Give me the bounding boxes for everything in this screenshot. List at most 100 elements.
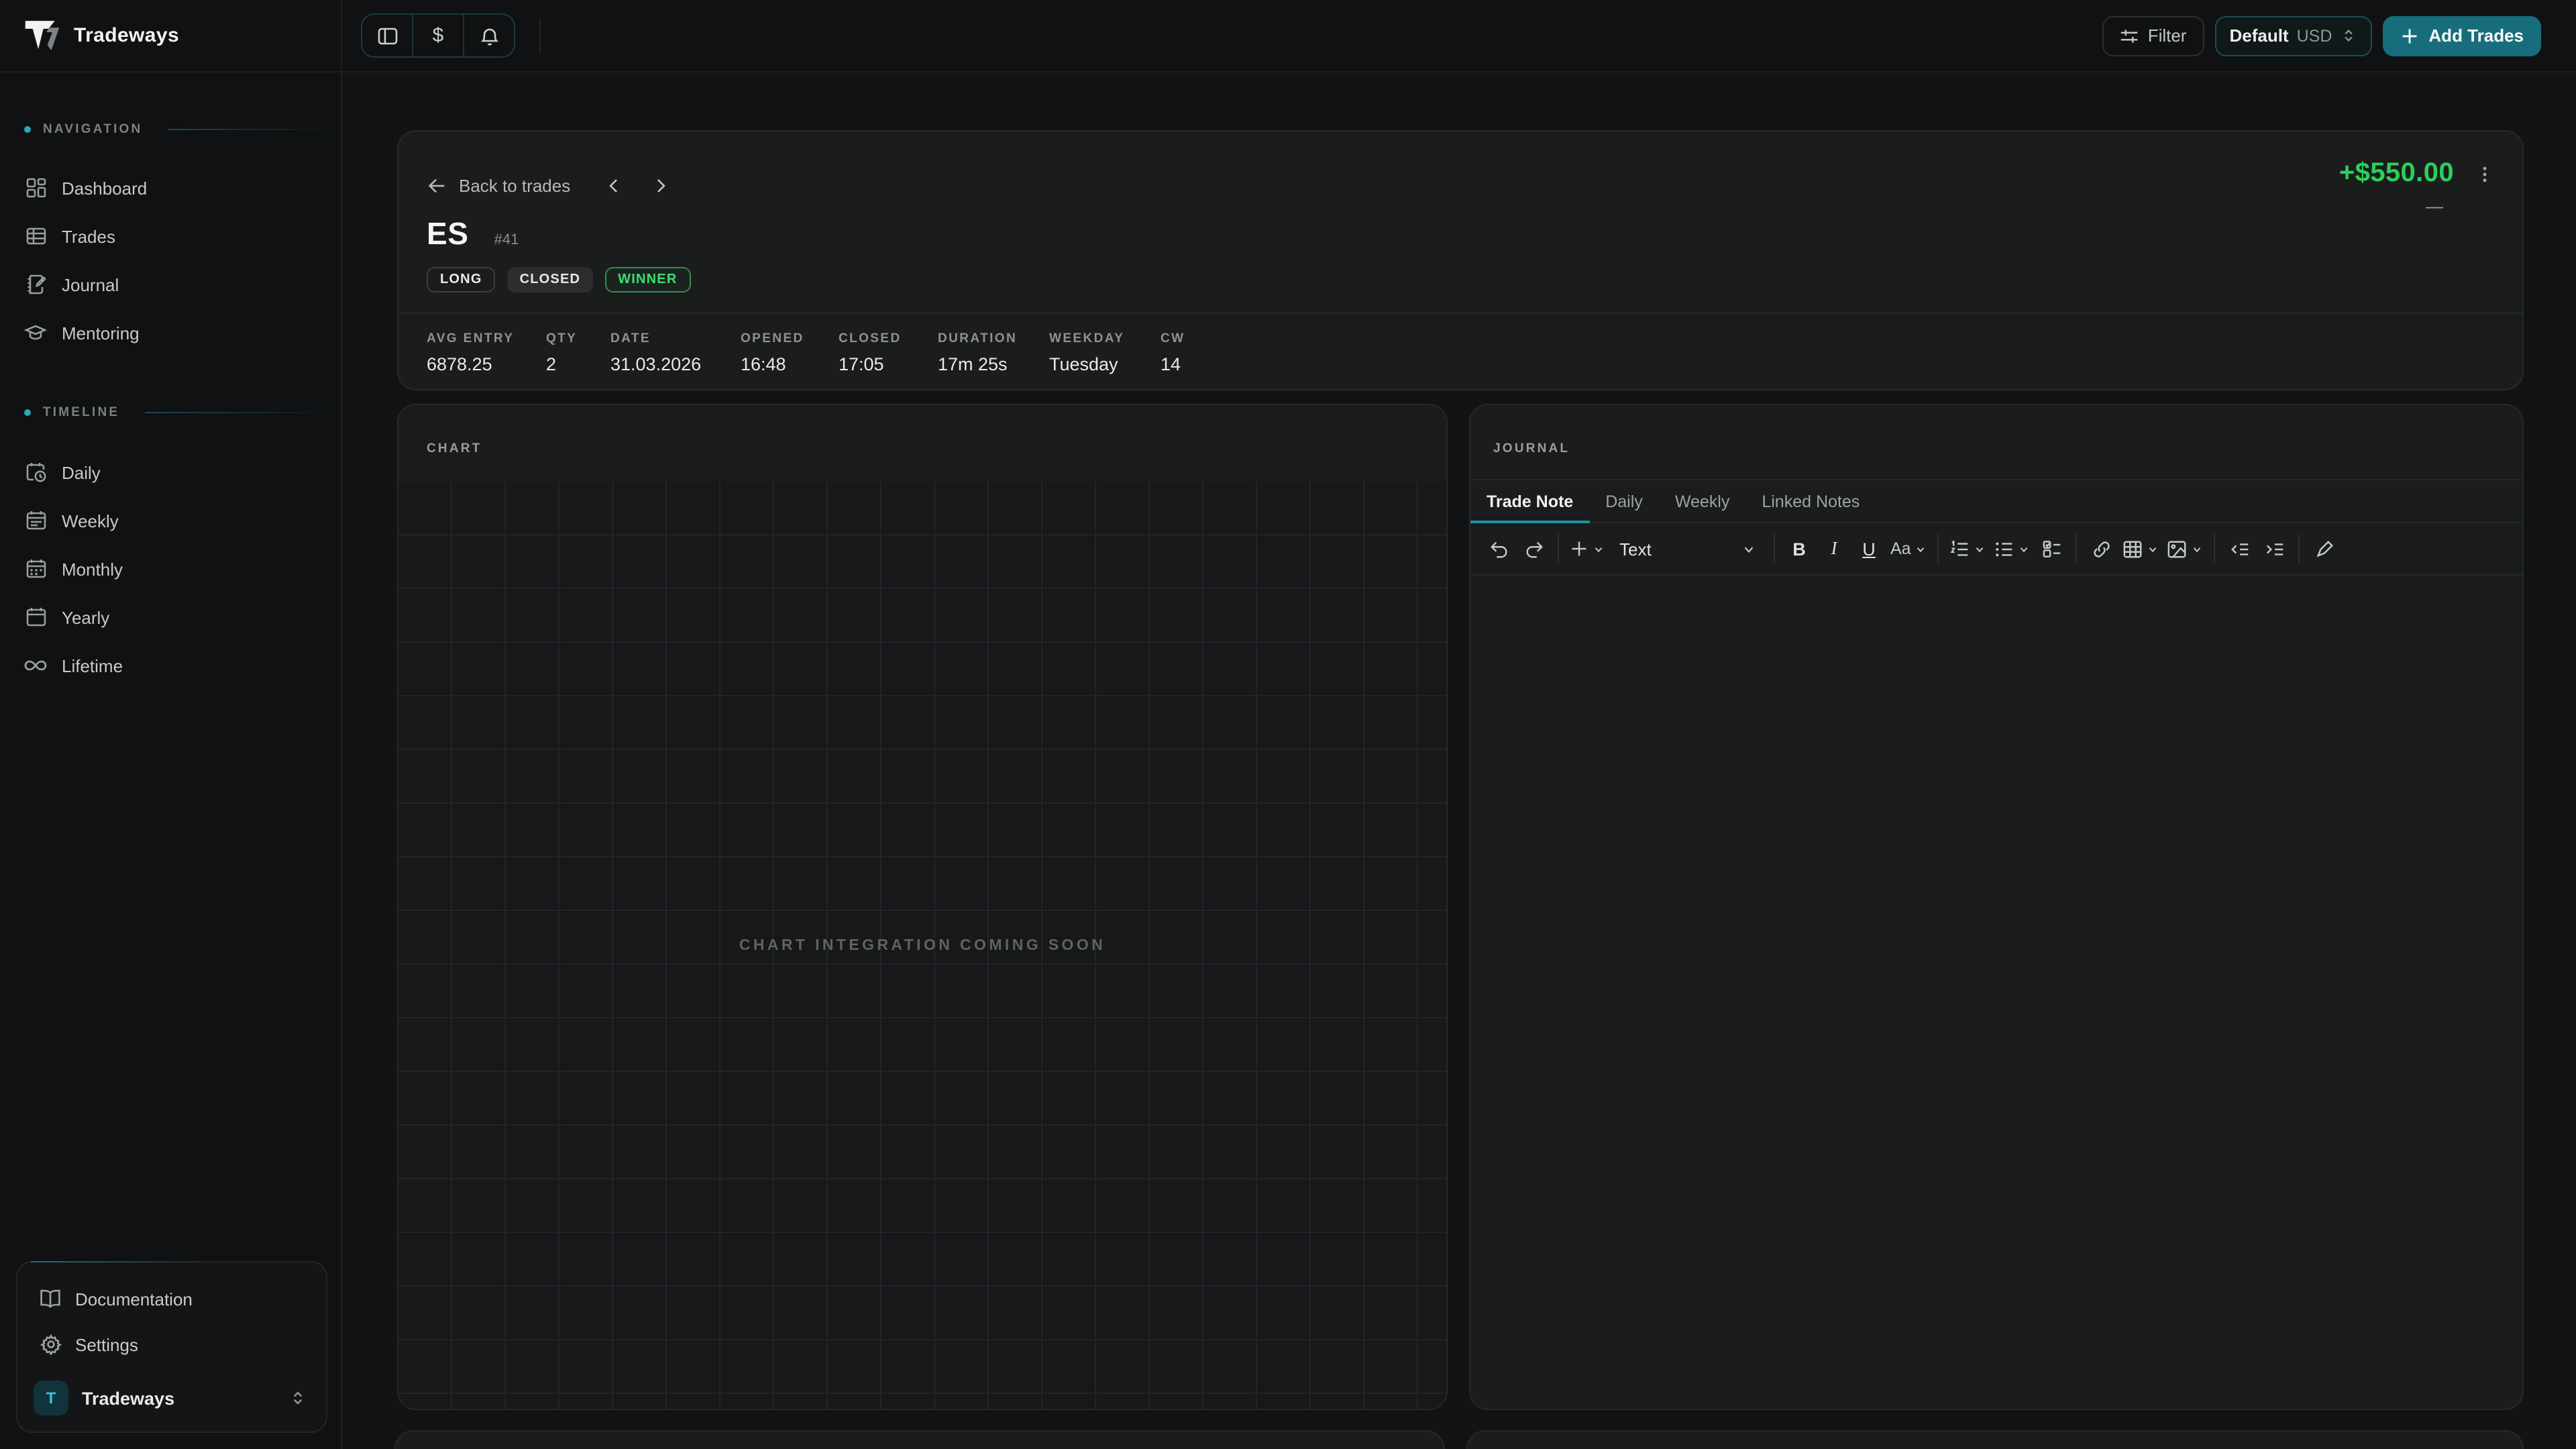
table-insert-button[interactable]: [2119, 531, 2163, 566]
main-content: Back to trades: [342, 72, 2576, 1449]
redo-button[interactable]: [1516, 531, 1551, 566]
bell-icon[interactable]: [464, 15, 514, 56]
stat-date: DATE 31.03.2026: [610, 331, 741, 374]
badge-status: CLOSED: [508, 267, 593, 292]
typography-dropdown[interactable]: Aa: [1886, 531, 1931, 566]
account-selector[interactable]: Default USD: [2214, 15, 2372, 56]
insert-block-button[interactable]: [1566, 531, 1609, 566]
checklist-button[interactable]: [2035, 531, 2070, 566]
chevron-down-icon: [2019, 543, 2031, 555]
sidebar-item-yearly[interactable]: Yearly: [0, 593, 341, 641]
link-button[interactable]: [2084, 531, 2119, 566]
trade-stats: AVG ENTRY 6878.25 QTY 2 DATE 31.03.2026 …: [427, 331, 2494, 374]
app-root: Tradeways $: [0, 0, 2576, 1449]
image-insert-button[interactable]: [2163, 531, 2208, 566]
bullet-list-button[interactable]: [1990, 531, 2035, 566]
filter-button[interactable]: Filter: [2102, 15, 2204, 56]
tab-weekly[interactable]: Weekly: [1659, 480, 1746, 522]
brand-name: Tradeways: [74, 24, 179, 47]
chevron-up-down-icon: [288, 1389, 307, 1407]
stat-weekday: WEEKDAY Tuesday: [1049, 331, 1161, 374]
underline-button[interactable]: U: [1851, 531, 1886, 566]
chart-placeholder-text: CHART INTEGRATION COMING SOON: [739, 937, 1106, 953]
sidebar-item-dashboard[interactable]: Dashboard: [0, 164, 341, 212]
tab-trade-note[interactable]: Trade Note: [1470, 480, 1589, 522]
stat-avg-entry: AVG ENTRY 6878.25: [427, 331, 546, 374]
badge-direction: LONG: [427, 267, 496, 292]
trade-header-card: Back to trades: [397, 130, 2524, 390]
calendar-lines-icon: [24, 510, 47, 531]
tab-daily[interactable]: Daily: [1589, 480, 1659, 522]
sidebar-item-journal[interactable]: Journal: [0, 260, 341, 309]
workspace-name: Tradeways: [82, 1388, 275, 1408]
topbar-right: Filter Default USD: [2102, 15, 2541, 56]
undo-button[interactable]: [1481, 531, 1516, 566]
brand: Tradeways: [0, 0, 342, 71]
bottom-right-panel: [1466, 1430, 2524, 1449]
workspace-avatar: T: [34, 1381, 68, 1415]
next-trade-button[interactable]: [652, 177, 669, 195]
chevron-down-icon: [1915, 543, 1927, 555]
sidebar-item-daily[interactable]: Daily: [0, 448, 341, 496]
trade-pnl: +$550.00: [2339, 158, 2454, 189]
section-dot-icon: [24, 125, 31, 132]
indent-button[interactable]: [2257, 531, 2292, 566]
journal-editor[interactable]: [1470, 576, 2522, 1409]
dashboard-icon: [24, 177, 47, 199]
stat-closed: CLOSED 17:05: [839, 331, 938, 374]
highlighter-button[interactable]: [2307, 531, 2342, 566]
sidebar-item-mentoring[interactable]: Mentoring: [0, 309, 341, 357]
graduation-cap-icon: [24, 322, 47, 343]
chart-area: CHART INTEGRATION COMING SOON: [398, 482, 1446, 1409]
gear-icon: [39, 1334, 62, 1355]
tradeways-logo-icon: [24, 17, 60, 54]
sidebar-footer: Documentation Settings T Tradeways: [16, 1261, 327, 1433]
calendar-dots-icon: [24, 558, 47, 580]
outdent-button[interactable]: [2222, 531, 2257, 566]
filter-sliders-icon: [2120, 26, 2139, 45]
stat-cw: CW 14: [1161, 331, 1185, 374]
r-multiple-placeholder: —: [2426, 200, 2443, 213]
journal-tabs: Trade Note Daily Weekly Linked Notes: [1470, 480, 2522, 523]
calendar-clock-icon: [24, 462, 47, 483]
stat-duration: DURATION 17m 25s: [938, 331, 1049, 374]
section-dot-icon: [24, 409, 31, 415]
book-open-icon: [39, 1288, 62, 1309]
sidebar-section-navigation: NAVIGATION: [0, 118, 341, 140]
italic-button[interactable]: I: [1817, 531, 1851, 566]
kebab-menu-icon[interactable]: [2475, 163, 2494, 184]
add-trades-button[interactable]: Add Trades: [2383, 15, 2541, 56]
stats-divider: [398, 313, 2522, 314]
tab-linked-notes[interactable]: Linked Notes: [1746, 480, 1876, 522]
sidebar: NAVIGATION Dashboard: [0, 72, 342, 1449]
sidebar-item-monthly[interactable]: Monthly: [0, 545, 341, 593]
prev-trade-button[interactable]: [605, 177, 623, 195]
calendar-icon: [24, 606, 47, 628]
chevron-down-icon: [1593, 543, 1605, 555]
trade-symbol: ES: [427, 216, 469, 252]
notebook-pen-icon: [24, 274, 47, 295]
text-style-dropdown[interactable]: Text: [1609, 531, 1767, 566]
topbar-main: $ Filte: [342, 0, 2576, 71]
back-to-trades-link[interactable]: Back to trades: [427, 176, 570, 196]
workspace-switcher[interactable]: T Tradeways: [28, 1381, 315, 1415]
stat-opened: OPENED 16:48: [741, 331, 839, 374]
sidebar-item-weekly[interactable]: Weekly: [0, 496, 341, 545]
topbar-icon-group: $: [361, 13, 515, 58]
chevron-up-down-icon: [2340, 27, 2357, 44]
sidebar-item-documentation[interactable]: Documentation: [28, 1276, 315, 1322]
journal-panel-title: JOURNAL: [1493, 441, 1570, 456]
badge-result: WINNER: [604, 267, 690, 292]
table-icon: [24, 225, 47, 247]
panel-left-icon[interactable]: [362, 15, 412, 56]
account-currency: USD: [2297, 26, 2332, 45]
dollar-icon[interactable]: $: [413, 15, 463, 56]
bold-button[interactable]: B: [1782, 531, 1817, 566]
stat-qty: QTY 2: [546, 331, 610, 374]
sidebar-item-settings[interactable]: Settings: [28, 1322, 315, 1367]
sidebar-item-trades[interactable]: Trades: [0, 212, 341, 260]
chart-panel: CHART CHART INTEGRATION COMING SOON: [397, 404, 1448, 1410]
sidebar-item-lifetime[interactable]: Lifetime: [0, 641, 341, 690]
trade-number: #41: [494, 232, 519, 248]
ordered-list-button[interactable]: [1946, 531, 1990, 566]
